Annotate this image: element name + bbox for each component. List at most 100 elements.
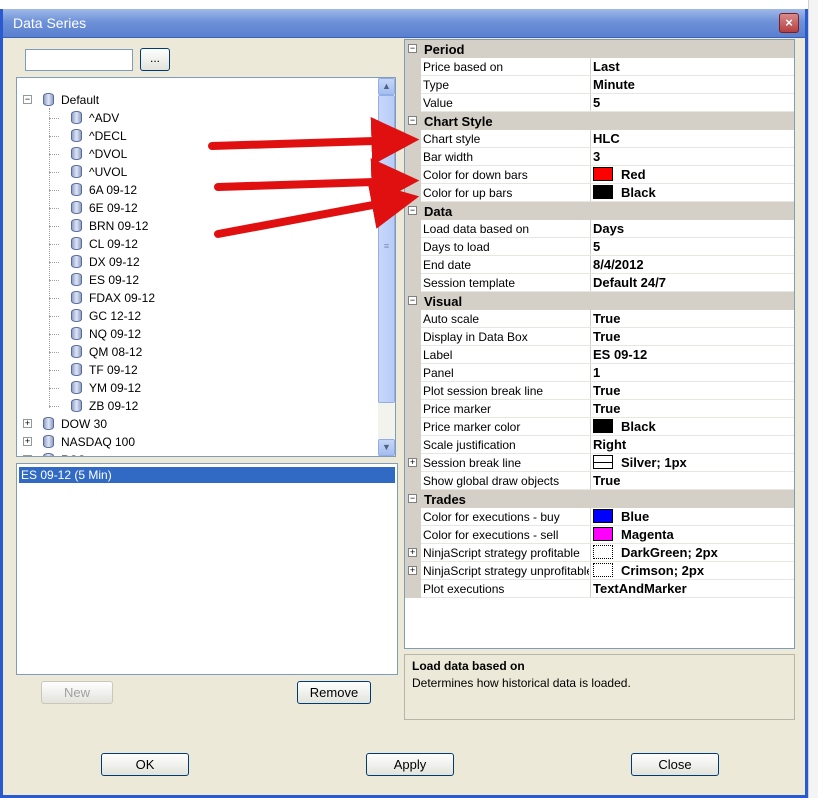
tree-item[interactable]: CL 09-12 [17, 235, 377, 253]
tree-folder[interactable]: + NASDAQ 100 [17, 433, 377, 451]
tree-folder[interactable]: + DOW 30 [17, 415, 377, 433]
property-value[interactable]: Days [593, 221, 624, 236]
tree-item[interactable]: ^DECL [17, 127, 377, 145]
property-value[interactable]: Red [593, 167, 646, 182]
instrument-tree[interactable]: + RSS + NASDAQ 100 + DOW 30 ZB 09-12 YM 09-12 TF… [16, 77, 396, 457]
tree-folder[interactable]: − Default [17, 91, 377, 109]
data-series-list[interactable]: ES 09-12 (5 Min) [16, 463, 398, 675]
collapse-icon[interactable]: − [408, 296, 417, 305]
property-value[interactable]: True [593, 401, 620, 416]
tree-item[interactable]: NQ 09-12 [17, 325, 377, 343]
tree-item[interactable]: QM 08-12 [17, 343, 377, 361]
property-row[interactable]: Price based on Last [405, 58, 794, 76]
tree-item[interactable]: ZB 09-12 [17, 397, 377, 415]
tree-item[interactable]: BRN 09-12 [17, 217, 377, 235]
property-grid[interactable]: − Period Price based on Last Type Minute Value… [404, 39, 795, 649]
property-row[interactable]: Type Minute [405, 76, 794, 94]
apply-button[interactable]: Apply [366, 753, 454, 776]
remove-button[interactable]: Remove [297, 681, 371, 704]
property-row[interactable]: Color for executions - buy Blue [405, 508, 794, 526]
tree-item[interactable]: 6A 09-12 [17, 181, 377, 199]
tree-item[interactable]: ES 09-12 [17, 271, 377, 289]
property-row[interactable]: Chart style HLC [405, 130, 794, 148]
tree-item[interactable]: ^UVOL [17, 163, 377, 181]
close-window-button[interactable]: × [779, 13, 799, 33]
property-row[interactable]: Color for up bars Black [405, 184, 794, 202]
property-row[interactable]: Scale justification Right [405, 436, 794, 454]
collapse-icon[interactable]: − [23, 95, 32, 104]
browse-instruments-button[interactable]: ... [140, 48, 170, 71]
property-value[interactable]: Silver; 1px [593, 455, 687, 470]
property-value[interactable]: True [593, 311, 620, 326]
property-row[interactable]: Price marker True [405, 400, 794, 418]
scroll-down-button[interactable]: ▼ [378, 439, 395, 456]
property-value[interactable]: True [593, 473, 620, 488]
tree-item[interactable]: YM 09-12 [17, 379, 377, 397]
property-value[interactable]: HLC [593, 131, 620, 146]
expand-icon[interactable]: + [23, 437, 32, 446]
property-row[interactable]: Price marker color Black [405, 418, 794, 436]
tree-folder[interactable]: + RSS [17, 451, 377, 456]
expand-icon[interactable]: + [23, 455, 32, 456]
category-period[interactable]: − Period [405, 40, 794, 58]
expand-icon[interactable]: + [408, 458, 417, 467]
tree-scrollbar[interactable]: ▲ ≡ ▼ [378, 78, 395, 456]
property-value[interactable]: Blue [593, 509, 649, 524]
tree-item[interactable]: ^DVOL [17, 145, 377, 163]
property-row[interactable]: Days to load 5 [405, 238, 794, 256]
scroll-up-button[interactable]: ▲ [378, 78, 395, 95]
property-row[interactable]: Bar width 3 [405, 148, 794, 166]
property-value[interactable]: Minute [593, 77, 635, 92]
scroll-thumb[interactable]: ≡ [378, 95, 395, 403]
collapse-icon[interactable]: − [408, 206, 417, 215]
property-value[interactable]: 3 [593, 149, 600, 164]
series-list-item[interactable]: ES 09-12 (5 Min) [19, 467, 395, 483]
property-value[interactable]: 1 [593, 365, 600, 380]
property-value[interactable]: 5 [593, 95, 600, 110]
property-value[interactable]: Crimson; 2px [593, 563, 704, 578]
category-chart-style[interactable]: − Chart Style [405, 112, 794, 130]
property-value[interactable]: TextAndMarker [593, 581, 687, 596]
property-row[interactable]: Color for executions - sell Magenta [405, 526, 794, 544]
property-value[interactable]: DarkGreen; 2px [593, 545, 718, 560]
collapse-icon[interactable]: − [408, 494, 417, 503]
expand-icon[interactable]: + [23, 419, 32, 428]
property-row[interactable]: + Session break line Silver; 1px [405, 454, 794, 472]
category-visual[interactable]: − Visual [405, 292, 794, 310]
property-row[interactable]: Load data based on Days [405, 220, 794, 238]
collapse-icon[interactable]: − [408, 44, 417, 53]
property-row[interactable]: Color for down bars Red [405, 166, 794, 184]
property-row[interactable]: Plot session break line True [405, 382, 794, 400]
tree-item[interactable]: TF 09-12 [17, 361, 377, 379]
property-row[interactable]: Auto scale True [405, 310, 794, 328]
ok-button[interactable]: OK [101, 753, 189, 776]
tree-item[interactable]: GC 12-12 [17, 307, 377, 325]
property-row[interactable]: Session template Default 24/7 [405, 274, 794, 292]
tree-item[interactable]: 6E 09-12 [17, 199, 377, 217]
property-row[interactable]: + NinjaScript strategy unprofitable Crimso… [405, 562, 794, 580]
property-row[interactable]: Show global draw objects True [405, 472, 794, 490]
property-value[interactable]: Right [593, 437, 626, 452]
expand-icon[interactable]: + [408, 566, 417, 575]
new-button[interactable]: New [41, 681, 113, 704]
property-value[interactable]: 5 [593, 239, 600, 254]
property-row[interactable]: Panel 1 [405, 364, 794, 382]
property-value[interactable]: Last [593, 59, 620, 74]
property-value[interactable]: Magenta [593, 527, 674, 542]
property-row[interactable]: Label ES 09-12 [405, 346, 794, 364]
property-value[interactable]: Default 24/7 [593, 275, 666, 290]
property-row[interactable]: End date 8/4/2012 [405, 256, 794, 274]
tree-item[interactable]: DX 09-12 [17, 253, 377, 271]
property-row[interactable]: Display in Data Box True [405, 328, 794, 346]
instrument-search-input[interactable] [25, 49, 133, 71]
property-row[interactable]: Plot executions TextAndMarker [405, 580, 794, 598]
property-value[interactable]: True [593, 383, 620, 398]
title-bar[interactable]: Data Series × [3, 9, 805, 38]
expand-icon[interactable]: + [408, 548, 417, 557]
category-trades[interactable]: − Trades [405, 490, 794, 508]
close-button[interactable]: Close [631, 753, 719, 776]
property-value[interactable]: 8/4/2012 [593, 257, 644, 272]
property-value[interactable]: ES 09-12 [593, 347, 647, 362]
property-row[interactable]: + NinjaScript strategy profitable DarkGree… [405, 544, 794, 562]
tree-item[interactable]: ^ADV [17, 109, 377, 127]
